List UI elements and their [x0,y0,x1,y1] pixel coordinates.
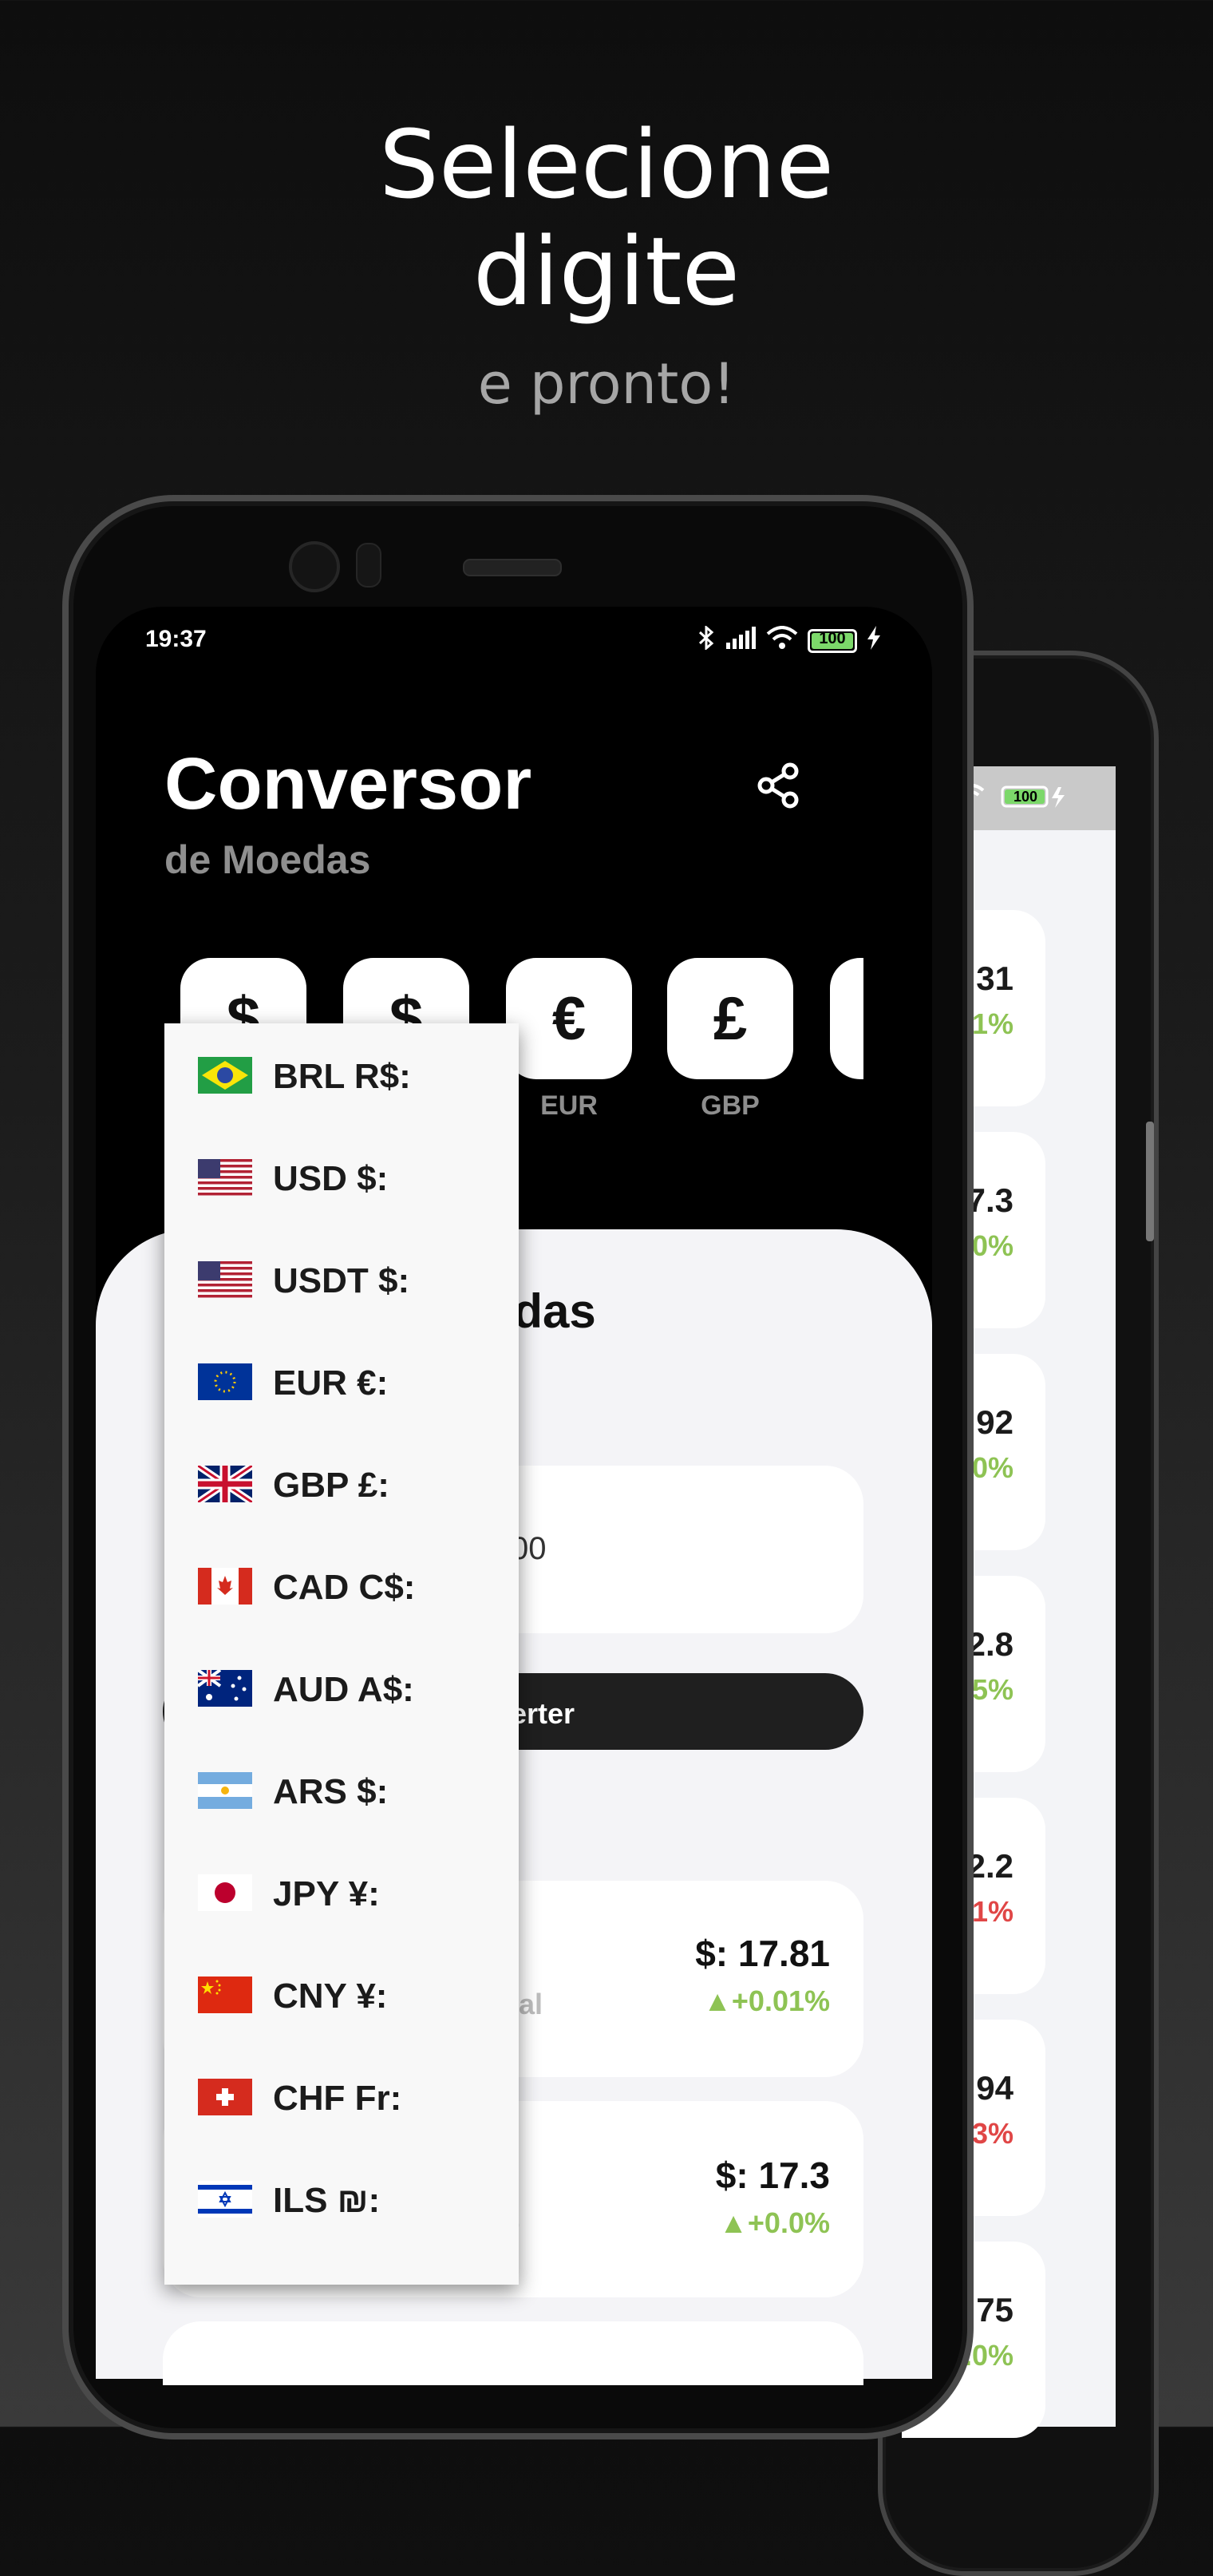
back-result-value: 31 [976,960,1013,997]
dropdown-item-label: CAD C$: [273,1568,416,1607]
dropdown-item-label: USDT $: [273,1261,410,1300]
israel-flag-icon [198,2181,252,2218]
back-result-value: 7.3 [966,1181,1013,1219]
promo-headline-line1: Selecione [378,109,835,220]
uk-flag-icon [198,1466,252,1502]
usa-flag-icon [198,1261,252,1298]
signal-icon [725,627,757,655]
dropdown-item-ils[interactable]: ILS ₪: [164,2147,519,2250]
dropdown-item-label: USD $: [273,1159,389,1198]
app-subtitle: de Moedas [164,837,371,882]
switzerland-flag-icon [198,2079,252,2115]
result-card[interactable] [163,2321,863,2385]
dropdown-item-label: BRL R$: [273,1057,411,1096]
dropdown-item-usdt[interactable]: USDT $: [164,1228,519,1330]
back-result-change: 0% [971,1229,1013,1262]
dropdown-item-chf[interactable]: CHF Fr: [164,2045,519,2147]
promo-headline-line2: digite [472,216,741,326]
charging-icon [867,626,881,656]
china-flag-icon [198,1977,252,2013]
canada-flag-icon [198,1568,252,1605]
promo-tagline: e pronto! [477,351,736,417]
status-icons: 100 [697,624,881,656]
dropdown-item-label: GBP £: [273,1466,389,1505]
back-result-value: 75 [976,2291,1013,2329]
dropdown-item-jpy[interactable]: JPY ¥: [164,1841,519,1943]
argentina-flag-icon [198,1772,252,1809]
proximity-sensor [356,543,381,588]
japan-flag-icon [198,1874,252,1911]
share-button[interactable] [753,760,804,811]
wifi-icon [766,626,798,656]
dropdown-item-label: JPY ¥: [273,1874,380,1913]
quick-currency-label-gbp: GBP [701,1090,760,1121]
dropdown-item-cny[interactable]: CNY ¥: [164,1943,519,2045]
dropdown-item-usd[interactable]: USD $: [164,1126,519,1228]
dropdown-item-label: AUD A$: [273,1670,414,1709]
quick-currency-chip-eur[interactable]: € [506,958,632,1079]
result-change: ▲+0.0% [719,2206,830,2239]
quick-currency-label-eur: EUR [540,1090,598,1121]
dropdown-item-aud[interactable]: AUD A$: [164,1636,519,1739]
result-change: ▲+0.01% [703,1984,830,2017]
earpiece-speaker [463,559,562,576]
convert-button-label: erter [511,1697,575,1730]
back-battery-label: 100 [1013,789,1037,805]
back-result-value: 94 [976,2069,1013,2107]
dropdown-item-label: CNY ¥: [273,1977,388,2016]
eu-flag-icon [198,1363,252,1400]
back-result-value: 92 [976,1403,1013,1441]
back-phone-side-button [1146,1122,1154,1241]
brazil-flag-icon [198,1057,252,1094]
battery-icon: 100 [808,629,857,653]
dropdown-item-label: ARS $: [273,1772,389,1811]
dropdown-item-cad[interactable]: CAD C$: [164,1534,519,1636]
dropdown-item-label: CHF Fr: [273,2079,402,2118]
front-camera [289,541,340,592]
back-result-change: 1% [971,1007,1013,1040]
result-value: $: 17.81 [695,1933,830,1974]
dropdown-item-ars[interactable]: ARS $: [164,1739,519,1841]
dropdown-item-label: EUR €: [273,1363,389,1403]
bluetooth-icon [697,624,715,656]
result-value: $: 17.3 [715,2155,830,2196]
dropdown-item-brl[interactable]: BRL R$: [164,1023,519,1126]
usa-flag-icon [198,1159,252,1196]
quick-currency-chip-partial[interactable] [830,958,863,1079]
app-title: Conversor [164,743,532,825]
status-time: 19:37 [145,626,207,652]
share-icon [757,762,799,809]
back-result-value: 2.8 [966,1625,1013,1663]
dropdown-item-label: ILS ₪: [273,2181,381,2220]
back-result-value: 2.2 [966,1847,1013,1885]
quick-currency-chip-gbp[interactable]: £ [667,958,793,1079]
battery-level: 100 [819,630,846,647]
currency-dropdown-menu: BRL R$: USD $: USDT $: EUR €: GBP £: CAD… [164,1023,519,2285]
dropdown-item-gbp[interactable]: GBP £: [164,1432,519,1534]
australia-flag-icon [198,1670,252,1707]
dropdown-item-eur[interactable]: EUR €: [164,1330,519,1432]
